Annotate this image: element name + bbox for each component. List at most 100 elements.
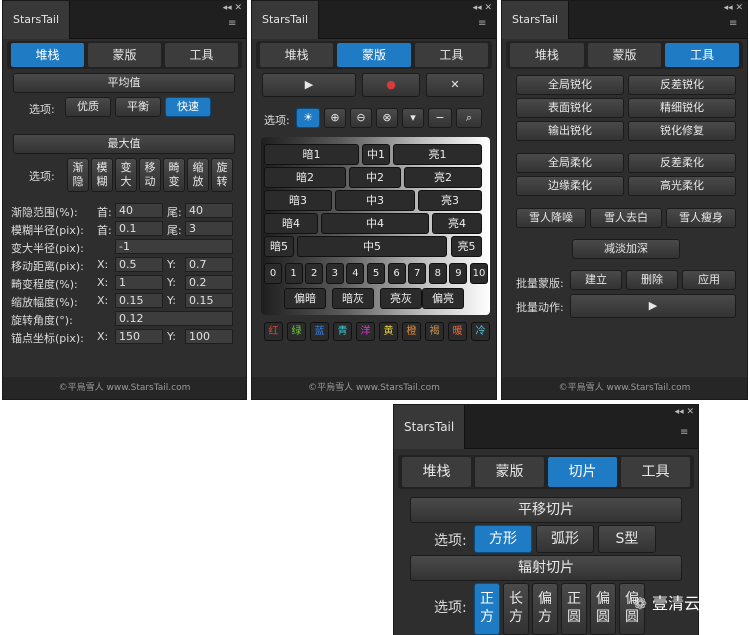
- mode-button[interactable]: 缩放: [187, 158, 209, 192]
- param-field-a[interactable]: 0.5: [115, 257, 163, 272]
- number-button[interactable]: 1: [284, 263, 303, 284]
- record-icon[interactable]: ●: [362, 73, 420, 97]
- tab-tools[interactable]: 工具: [621, 457, 690, 487]
- fine-sharpen-button[interactable]: 精细锐化: [628, 98, 736, 118]
- add-icon[interactable]: ⊕: [324, 108, 346, 128]
- number-button[interactable]: 6: [387, 263, 406, 284]
- tone-button-dark1[interactable]: 暗1: [264, 144, 359, 165]
- color-button[interactable]: 褐: [425, 322, 444, 341]
- radial-option-button[interactable]: 正方: [474, 583, 500, 635]
- color-button[interactable]: 蓝: [310, 322, 329, 341]
- tab-mask[interactable]: 蒙版: [88, 43, 161, 67]
- dropdown-icon[interactable]: ▾: [402, 108, 424, 128]
- subtract-icon[interactable]: ⊖: [350, 108, 372, 128]
- option-quality-button[interactable]: 优质: [65, 97, 111, 117]
- mode-button[interactable]: 旋转: [211, 158, 233, 192]
- remove-white-button[interactable]: 雪人去白: [590, 208, 662, 228]
- param-field-b[interactable]: 40: [185, 203, 233, 218]
- number-button[interactable]: 8: [428, 263, 447, 284]
- tab-stack[interactable]: 堆栈: [260, 43, 334, 67]
- number-button[interactable]: 3: [325, 263, 344, 284]
- mode-button[interactable]: 移动: [139, 158, 161, 192]
- param-field-b[interactable]: 100: [185, 329, 233, 344]
- number-button[interactable]: 4: [346, 263, 365, 284]
- color-button[interactable]: 黄: [379, 322, 398, 341]
- average-button[interactable]: 平均值: [13, 73, 235, 93]
- number-button[interactable]: 7: [408, 263, 427, 284]
- apply-button[interactable]: 应用: [682, 270, 736, 290]
- param-field-a[interactable]: 0.12: [115, 311, 233, 326]
- color-button[interactable]: 洋: [356, 322, 375, 341]
- tone-button-mid4[interactable]: 中4: [321, 213, 429, 234]
- tab-mask[interactable]: 蒙版: [587, 43, 662, 67]
- tab-stack[interactable]: 堆栈: [510, 43, 584, 67]
- tab-stack[interactable]: 堆栈: [402, 457, 471, 487]
- tone-button-dark3[interactable]: 暗3: [264, 190, 332, 211]
- reduce-deepen-button[interactable]: 减淡加深: [572, 239, 680, 259]
- hamburger-menu-icon[interactable]: ≡: [729, 18, 741, 29]
- edge-soften-button[interactable]: 边缘柔化: [516, 176, 624, 196]
- collapse-close-icon[interactable]: ◂◂ ✕: [473, 3, 492, 13]
- mode-button[interactable]: 变大: [115, 158, 137, 192]
- param-field-a[interactable]: 40: [115, 203, 163, 218]
- color-button[interactable]: 橙: [402, 322, 421, 341]
- color-button[interactable]: 绿: [287, 322, 306, 341]
- denoise-button[interactable]: 雪人降噪: [516, 208, 586, 228]
- mode-button[interactable]: 畸变: [163, 158, 185, 192]
- tone-button-light3[interactable]: 亮3: [418, 190, 482, 211]
- param-field-b[interactable]: 3: [185, 221, 233, 236]
- tone-button-mid1[interactable]: 中1: [362, 144, 390, 165]
- number-button[interactable]: 5: [367, 263, 385, 284]
- tab-tools[interactable]: 工具: [414, 43, 488, 67]
- intersect-icon[interactable]: ⊗: [376, 108, 398, 128]
- close-icon[interactable]: ✕: [426, 73, 484, 97]
- tone-button-light_bias[interactable]: 偏亮: [422, 288, 464, 309]
- radial-slice-button[interactable]: 辐射切片: [410, 555, 682, 581]
- tone-button-light1[interactable]: 亮1: [393, 144, 482, 165]
- radial-option-button[interactable]: 正圆: [561, 583, 587, 635]
- s-shape-button[interactable]: S型: [598, 525, 656, 553]
- number-button[interactable]: 2: [305, 263, 324, 284]
- number-button[interactable]: 0: [264, 263, 282, 284]
- radial-option-button[interactable]: 偏圆: [590, 583, 616, 635]
- inverse-sharpen-button[interactable]: 反差锐化: [628, 75, 736, 95]
- tone-button-dark_bias[interactable]: 偏暗: [284, 288, 326, 309]
- color-button[interactable]: 冷: [471, 322, 490, 341]
- tone-button-light4[interactable]: 亮4: [432, 213, 482, 234]
- param-field-b[interactable]: 0.2: [185, 275, 233, 290]
- color-button[interactable]: 红: [264, 322, 283, 341]
- param-field-b[interactable]: 0.15: [185, 293, 233, 308]
- surface-sharpen-button[interactable]: 表面锐化: [516, 98, 624, 118]
- number-button[interactable]: 9: [449, 263, 468, 284]
- tone-button-light_gray[interactable]: 亮灰: [380, 288, 422, 309]
- delete-button[interactable]: 删除: [626, 270, 678, 290]
- global-soften-button[interactable]: 全局柔化: [516, 153, 624, 173]
- search-icon[interactable]: ⌕: [456, 108, 482, 128]
- color-button[interactable]: 青: [333, 322, 352, 341]
- hamburger-menu-icon[interactable]: ≡: [680, 427, 692, 438]
- batch-play-button[interactable]: ▶: [570, 294, 736, 318]
- param-field-a[interactable]: 1: [115, 275, 163, 290]
- global-sharpen-button[interactable]: 全局锐化: [516, 75, 624, 95]
- collapse-close-icon[interactable]: ◂◂ ✕: [223, 3, 242, 13]
- arc-button[interactable]: 弧形: [536, 525, 594, 553]
- tab-stack[interactable]: 堆栈: [11, 43, 84, 67]
- tone-button-dark5[interactable]: 暗5: [264, 236, 294, 257]
- minus-icon[interactable]: −: [428, 108, 452, 128]
- play-icon[interactable]: ▶: [262, 73, 356, 97]
- create-button[interactable]: 建立: [570, 270, 622, 290]
- collapse-close-icon[interactable]: ◂◂ ✕: [675, 407, 694, 417]
- param-field-a[interactable]: 0.1: [115, 221, 163, 236]
- mode-button[interactable]: 渐隐: [67, 158, 89, 192]
- param-field-b[interactable]: 0.7: [185, 257, 233, 272]
- inverse-soften-button[interactable]: 反差柔化: [628, 153, 736, 173]
- radial-option-button[interactable]: 长方: [503, 583, 529, 635]
- slim-button[interactable]: 雪人瘦身: [666, 208, 736, 228]
- pan-slice-button[interactable]: 平移切片: [410, 497, 682, 523]
- radial-option-button[interactable]: 偏方: [532, 583, 558, 635]
- max-button[interactable]: 最大值: [13, 134, 235, 154]
- tone-button-mid3[interactable]: 中3: [335, 190, 415, 211]
- tab-mask[interactable]: 蒙版: [475, 457, 544, 487]
- output-sharpen-button[interactable]: 输出锐化: [516, 121, 624, 141]
- hamburger-menu-icon[interactable]: ≡: [478, 18, 490, 29]
